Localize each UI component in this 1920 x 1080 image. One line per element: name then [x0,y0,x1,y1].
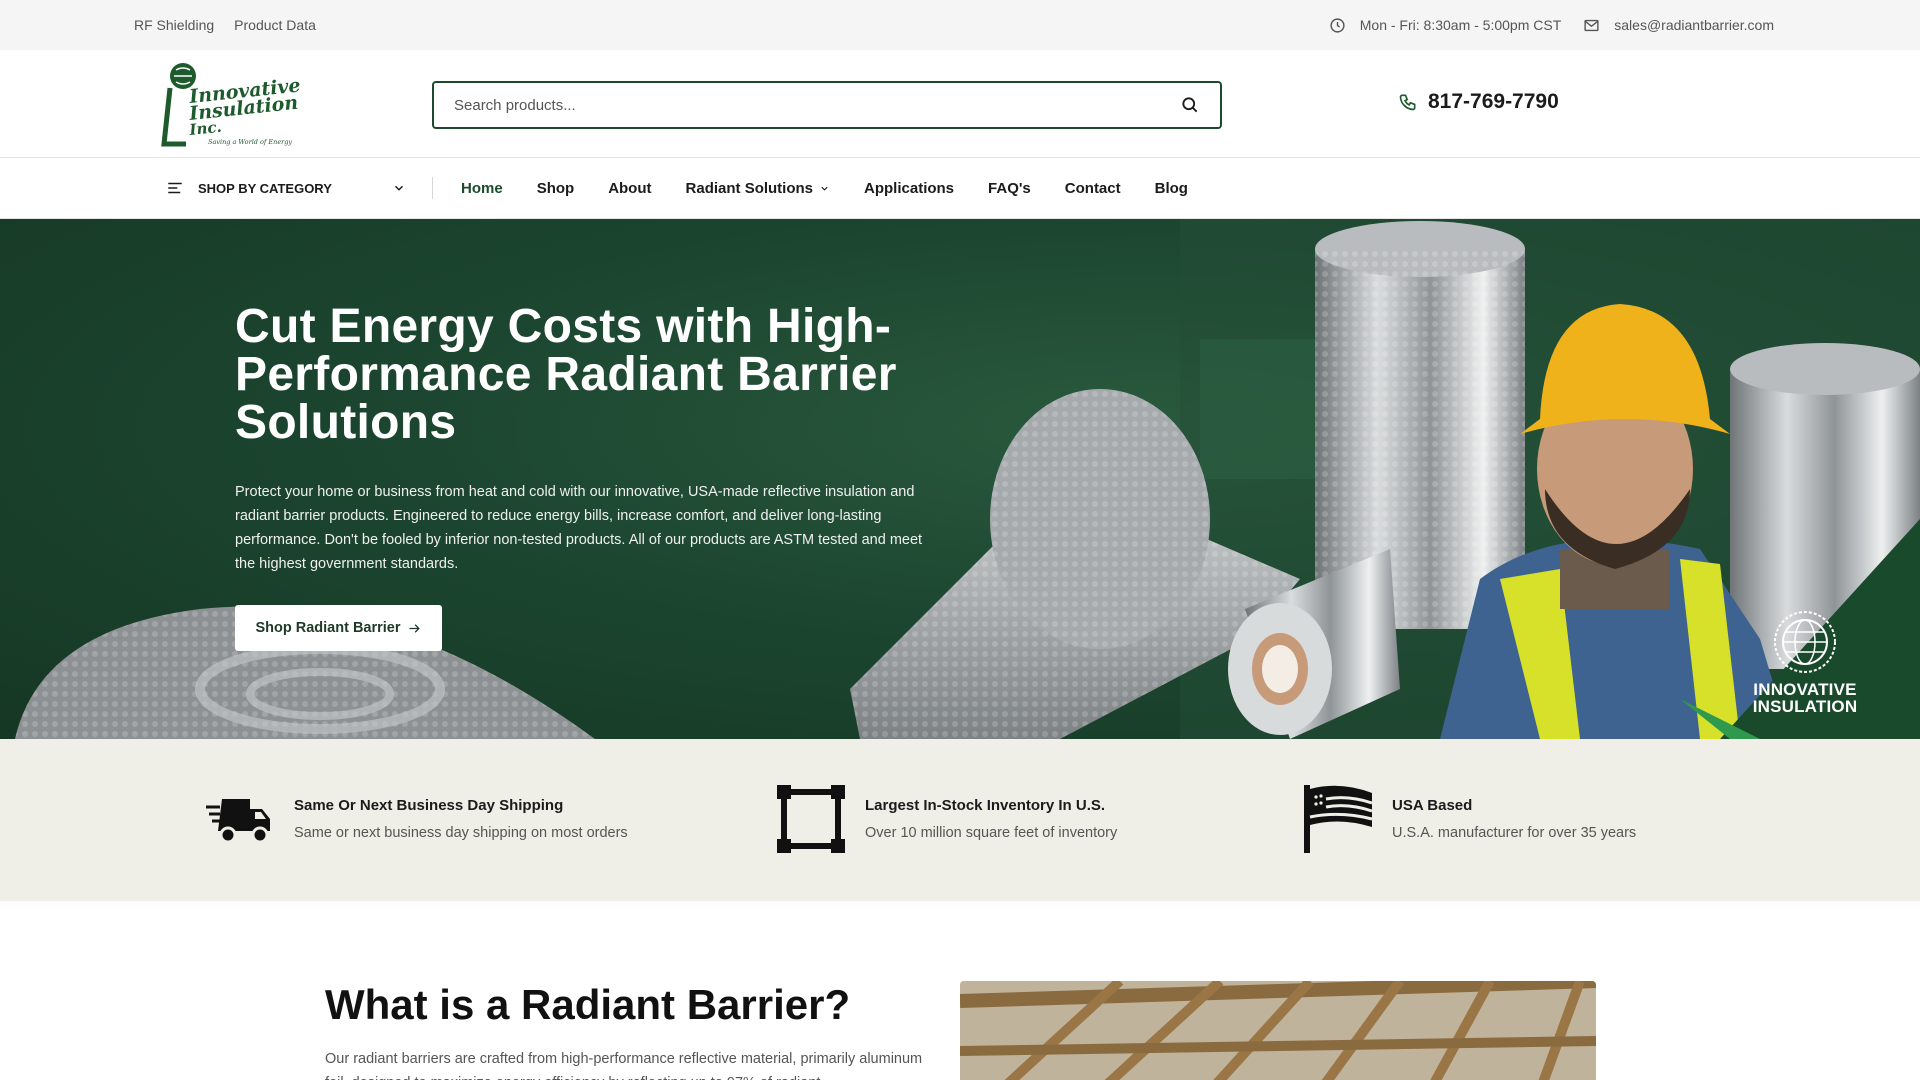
nav-contact[interactable]: Contact [1065,180,1121,197]
nav-home[interactable]: Home [461,180,503,197]
cta-label: Shop Radiant Barrier [255,620,401,636]
search-icon[interactable] [1180,95,1200,115]
radiant-barrier-section: What is a Radiant Barrier? Our radiant b… [0,901,1920,1080]
site-logo[interactable]: Innovative Insulation Inc. Saving a Worl… [156,60,310,148]
nav-blog[interactable]: Blog [1155,180,1188,197]
feature-usa: USA Based U.S.A. manufacturer for over 3… [1302,783,1636,855]
feature-desc: Same or next business day shipping on mo… [294,825,628,841]
nav-about[interactable]: About [608,180,651,197]
nav-radiant-solutions[interactable]: Radiant Solutions [686,180,831,197]
top-bar: RF Shielding Product Data Mon - Fri: 8:3… [0,0,1920,50]
menu-items: Home Shop About Radiant Solutions Applic… [461,180,1188,197]
product-data-link[interactable]: Product Data [234,17,316,33]
hours-text: Mon - Fri: 8:30am - 5:00pm CST [1359,17,1562,33]
chevron-down-icon [394,185,404,191]
feature-title: Same Or Next Business Day Shipping [294,797,564,814]
phone-link[interactable]: 817-769-7790 [1398,90,1559,114]
badge-line-1: INNOVATIVE [1753,680,1857,699]
search-input[interactable] [454,96,1180,114]
section-body: Our radiant barriers are crafted from hi… [325,1051,923,1080]
nav-shop[interactable]: Shop [537,180,575,197]
badge-line-2: INSULATION [1752,697,1858,716]
nav-faqs[interactable]: FAQ's [988,180,1031,197]
truck-icon [206,799,270,844]
phone-icon [1399,94,1416,111]
shop-radiant-barrier-button[interactable]: Shop Radiant Barrier [235,605,442,651]
mail-icon [1584,19,1599,31]
logo-word-3: Inc. [188,117,223,138]
top-links: RF Shielding Product Data [134,17,316,33]
hero-title: Cut Energy Costs with High-Performance R… [235,300,897,449]
nav-divider [432,177,433,199]
section-heading: What is a Radiant Barrier? [325,981,851,1028]
email-link[interactable]: sales@radiantbarrier.com [1614,17,1774,33]
category-label: SHOP BY CATEGORY [198,180,332,196]
features-strip: Same Or Next Business Day Shipping Same … [0,739,1920,901]
email-info[interactable]: sales@radiantbarrier.com [1583,17,1774,34]
rf-shielding-link[interactable]: RF Shielding [134,17,214,33]
globe-icon [1774,611,1836,673]
hours-info: Mon - Fri: 8:30am - 5:00pm CST [1329,17,1562,34]
hero-description: Protect your home or business from heat … [235,484,923,572]
feature-shipping: Same Or Next Business Day Shipping Same … [204,783,628,855]
nav-radiant-solutions-label: Radiant Solutions [685,179,814,197]
feature-title: Largest In-Stock Inventory In U.S. [865,797,1106,814]
site-header: Innovative Insulation Inc. Saving a Worl… [0,50,1920,158]
feature-desc: Over 10 million square feet of inventory [865,825,1118,841]
hero-banner: Cut Energy Costs with High-Performance R… [0,219,1920,739]
search-box[interactable] [432,81,1222,129]
chevron-down-icon [821,186,828,191]
feature-title: USA Based [1392,797,1473,814]
clock-icon [1330,17,1345,33]
usa-flag-icon [1304,785,1373,853]
innovative-insulation-badge: INNOVATIVE INSULATION [1750,609,1860,715]
attic-photo [960,981,1596,1080]
phone-number: 817-769-7790 [1428,90,1559,113]
hero-copy: Cut Energy Costs with High-Performance R… [235,303,955,576]
shop-by-category-dropdown[interactable]: SHOP BY CATEGORY [166,179,406,197]
feature-desc: U.S.A. manufacturer for over 35 years [1392,825,1637,841]
menu-lines-icon [168,182,182,194]
inventory-square-icon [777,785,845,853]
nav-applications[interactable]: Applications [864,180,954,197]
feature-inventory: Largest In-Stock Inventory In U.S. Over … [775,783,1117,855]
logo-tagline: Saving a World of Energy [208,138,292,146]
main-nav: SHOP BY CATEGORY Home Shop About Radiant… [0,158,1920,219]
arrow-right-icon [409,623,420,633]
